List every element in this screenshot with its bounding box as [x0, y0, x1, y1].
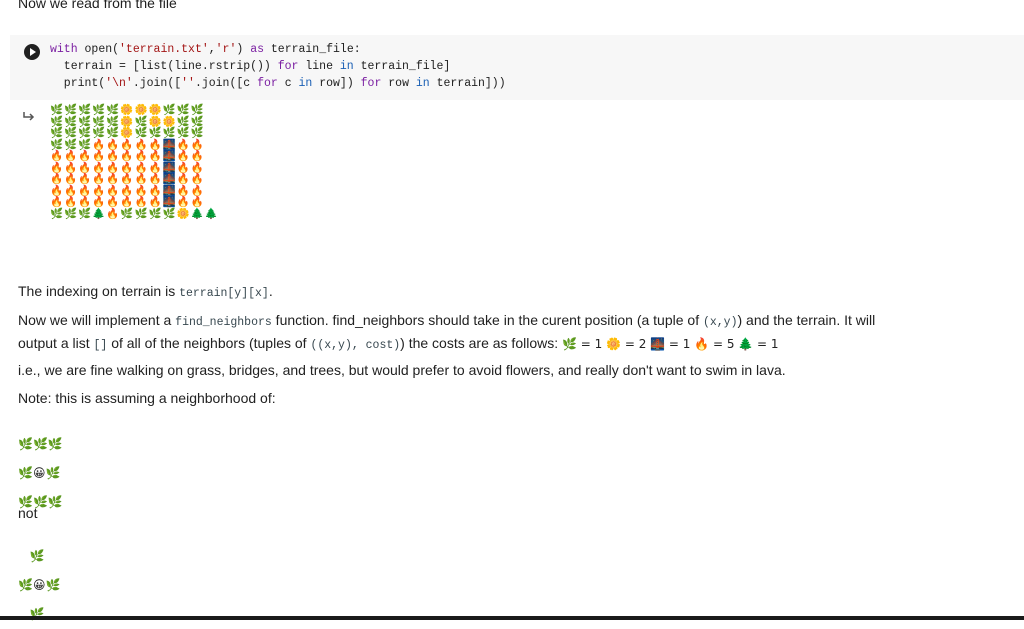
- code-token: terrain = [list(line.rstrip()): [50, 60, 278, 73]
- code-token: '\n': [105, 77, 133, 90]
- code-token: .join([: [132, 77, 182, 90]
- code-token: as: [250, 43, 264, 56]
- code-token: in: [298, 77, 313, 90]
- code-token: '': [181, 77, 195, 90]
- code-token: for: [257, 77, 278, 90]
- impl-text: ) the costs are as follows:: [400, 335, 562, 351]
- indexing-text: The indexing on terrain is: [18, 283, 180, 299]
- code-token: terrain])): [429, 77, 506, 90]
- top-text: Now we read from the file: [18, 0, 177, 11]
- implementation-paragraph: Now we will implement a find_neighbors f…: [18, 310, 1018, 356]
- code-token: with: [50, 43, 78, 56]
- code-token: ): [236, 43, 251, 56]
- impl-text: ) and the terrain. It will: [737, 312, 876, 328]
- play-icon: [30, 48, 36, 56]
- impl-text: Now we will implement a: [18, 312, 176, 328]
- output-menu-icon[interactable]: [22, 111, 36, 125]
- code-cell[interactable]: with open('terrain.txt','r') as terrain_…: [10, 35, 1024, 100]
- indexing-paragraph: The indexing on terrain is terrain[y][x]…: [18, 281, 273, 304]
- code-token: for: [360, 77, 382, 90]
- code-token: 'terrain.txt': [119, 43, 209, 56]
- cost-list: 🌿 = 1 🌼 = 2 🌉 = 1 🔥 = 5 🌲 = 1: [562, 337, 779, 351]
- code-token: open(: [77, 43, 120, 56]
- impl-text: function. find_neighbors should take in …: [271, 312, 703, 328]
- code-token: row: [381, 77, 416, 90]
- ie-paragraph: i.e., we are fine walking on grass, brid…: [18, 362, 786, 378]
- impl-text: output a list: [18, 335, 94, 351]
- code-token: in: [339, 60, 354, 73]
- note-paragraph: Note: this is assuming a neighborhood of…: [18, 390, 276, 406]
- code-token: 'r': [215, 43, 237, 56]
- bottom-bar: [0, 616, 1024, 620]
- code-token: in: [415, 77, 430, 90]
- code-token: line: [298, 60, 340, 73]
- inline-code: terrain[y][x]: [179, 287, 269, 300]
- inline-code: []: [93, 339, 108, 352]
- code-token: .join([c: [194, 77, 258, 90]
- inline-code: ((x,y), cost): [310, 339, 401, 352]
- indexing-text-end: .: [268, 283, 273, 299]
- impl-text: of all of the neighbors (tuples of: [107, 335, 311, 351]
- not-label: not: [18, 505, 38, 521]
- run-button[interactable]: [24, 44, 40, 60]
- inline-code: find_neighbors: [175, 316, 272, 329]
- code-token: terrain_file]: [353, 60, 451, 73]
- code-token: terrain_file:: [264, 43, 361, 56]
- terrain-output: 🌿🌿🌿🌿🌿🌼🌼🌼🌿🌿🌿 🌿🌿🌿🌿🌿🌼🌿🌼🌼🌿🌿 🌿🌿🌿🌿🌿🌼🌿🌿🌿🌿🌿 🌿🌿🌿🔥…: [50, 104, 219, 220]
- code-token: for: [277, 60, 299, 73]
- code-token: c: [277, 77, 299, 90]
- code-editor[interactable]: with open('terrain.txt','r') as terrain_…: [50, 41, 506, 92]
- code-token: row]): [312, 77, 361, 90]
- inline-code: (x,y): [702, 316, 738, 329]
- code-token: print(: [50, 77, 106, 90]
- code-token: ,: [208, 43, 216, 56]
